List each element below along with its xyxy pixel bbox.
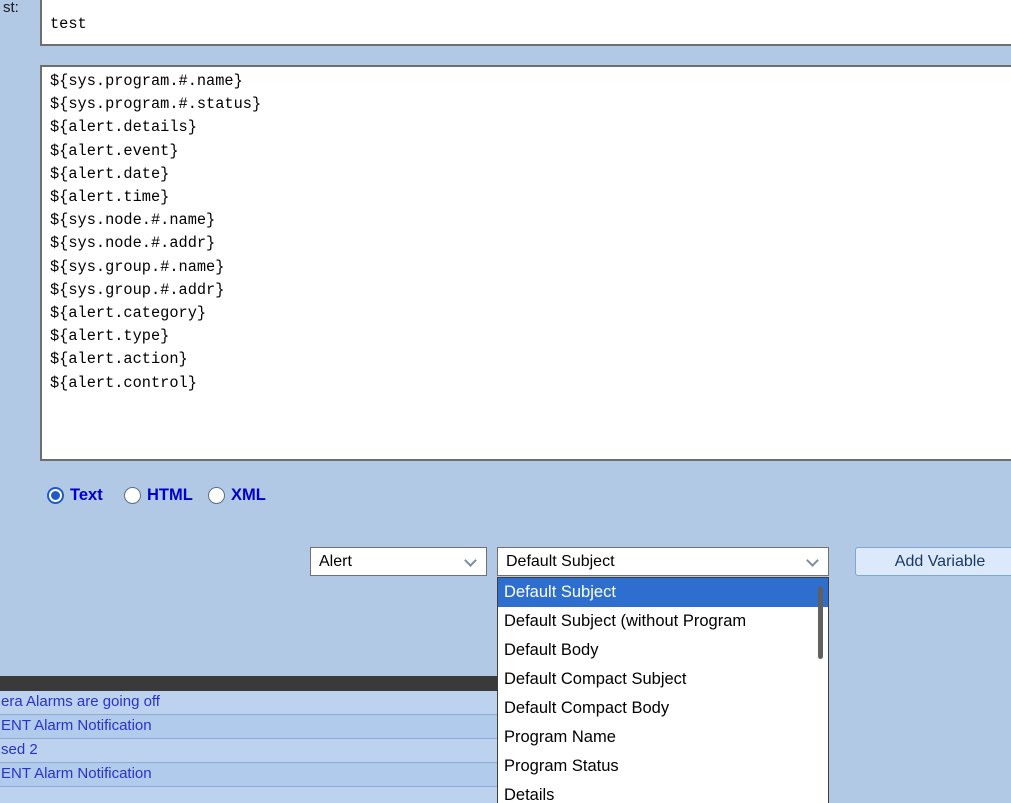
dropdown-item-default-subject[interactable]: Default Subject — [498, 578, 828, 607]
dropdown-item-default-body[interactable]: Default Body — [498, 636, 828, 665]
dropdown-item-program-status[interactable]: Program Status — [498, 752, 828, 781]
alerts-table-header — [0, 676, 497, 691]
alert-row-label: ENT Alarm Notification — [1, 717, 152, 734]
alert-row[interactable]: era Alarms are going off — [0, 691, 497, 715]
chevron-down-icon — [806, 554, 819, 567]
dropdown-item-default-compact-body[interactable]: Default Compact Body — [498, 694, 828, 723]
variable-template-select[interactable]: Default Subject — [497, 547, 829, 576]
subject-label-fragment: st: — [3, 0, 19, 16]
chevron-down-icon — [464, 554, 477, 567]
alert-row[interactable]: sed 2 — [0, 739, 497, 763]
subject-input[interactable] — [40, 0, 1011, 46]
alert-row-label: era Alarms are going off — [1, 693, 160, 710]
variable-template-value: Default Subject — [506, 548, 615, 575]
format-radio-html[interactable] — [124, 487, 141, 504]
variable-category-select[interactable]: Alert — [310, 547, 487, 576]
format-radio-xml[interactable] — [208, 487, 225, 504]
dropdown-item-program-name[interactable]: Program Name — [498, 723, 828, 752]
add-variable-button[interactable]: Add Variable — [855, 547, 1011, 576]
alert-row[interactable] — [0, 787, 497, 803]
dropdown-scrollbar-thumb[interactable] — [818, 586, 823, 659]
dropdown-item-details[interactable]: Details — [498, 781, 828, 803]
alert-row[interactable]: ENT Alarm Notification — [0, 763, 497, 787]
format-radio-text-label[interactable]: Text — [70, 486, 103, 505]
variable-template-dropdown: Default Subject Default Subject (without… — [497, 577, 829, 803]
notification-template-dialog: st: ${sys.program.#.name} ${sys.program.… — [0, 0, 1011, 803]
alert-row[interactable]: ENT Alarm Notification — [0, 715, 497, 739]
dropdown-item-default-compact-subject[interactable]: Default Compact Subject — [498, 665, 828, 694]
dropdown-item-default-subject-without-program[interactable]: Default Subject (without Program — [498, 607, 828, 636]
alert-row-label: ENT Alarm Notification — [1, 765, 152, 782]
format-radio-text[interactable] — [47, 487, 64, 504]
format-radio-html-label[interactable]: HTML — [147, 486, 193, 505]
template-variables-textarea[interactable]: ${sys.program.#.name} ${sys.program.#.st… — [40, 65, 1011, 461]
format-radio-xml-label[interactable]: XML — [231, 486, 266, 505]
alert-row-label: sed 2 — [1, 741, 38, 758]
variable-category-value: Alert — [319, 548, 352, 575]
